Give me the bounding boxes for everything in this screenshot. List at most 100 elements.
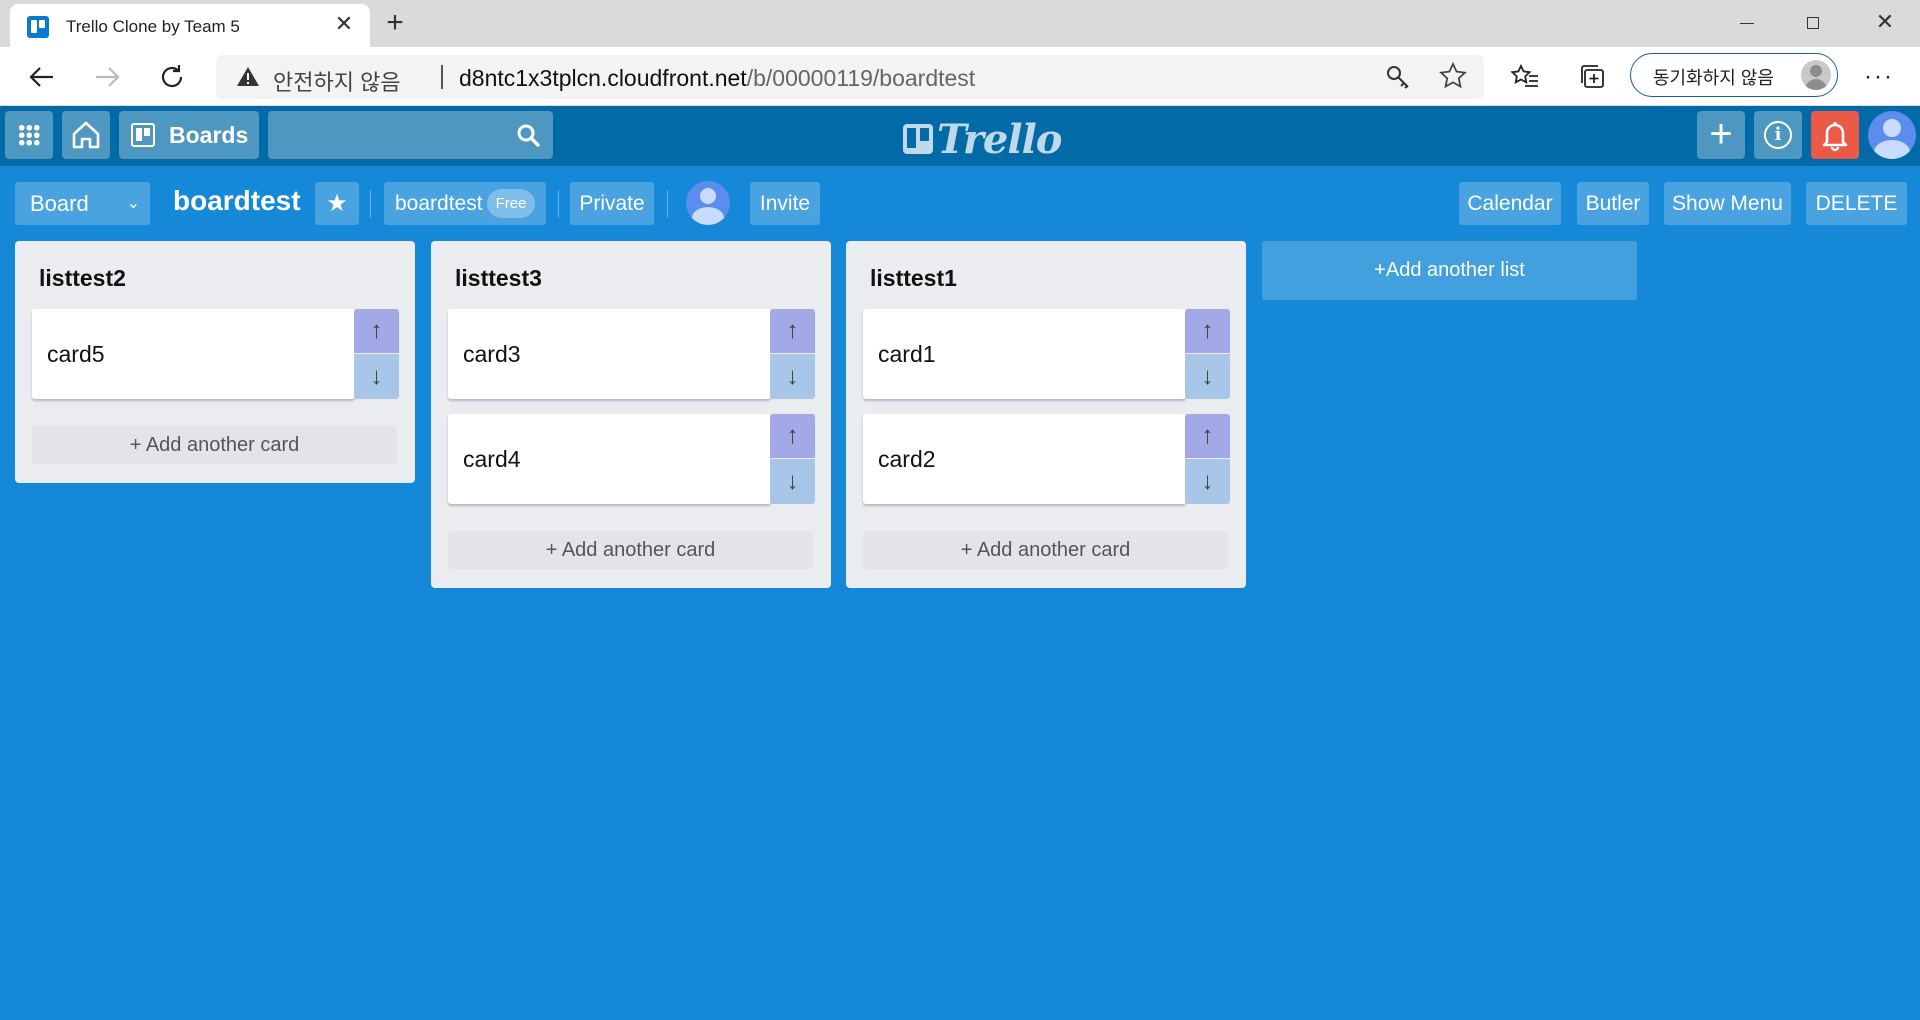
star-outline-icon[interactable]	[1438, 61, 1468, 91]
star-board-button[interactable]: ★	[315, 182, 359, 225]
apps-grid-icon	[18, 124, 40, 146]
boards-button[interactable]: Boards	[119, 111, 259, 159]
apps-button[interactable]	[5, 111, 53, 159]
arrow-right-icon	[96, 67, 120, 87]
collections-button[interactable]	[1576, 60, 1610, 94]
board-member-avatar[interactable]	[686, 181, 730, 225]
move-card-up-button[interactable]: ↑	[1185, 309, 1230, 353]
browser-tab-strip: Trello Clone by Team 5 ✕ + ✕	[0, 0, 1920, 47]
card-body[interactable]: card4	[448, 414, 771, 504]
card-title: card5	[47, 341, 105, 367]
calendar-button[interactable]: Calendar	[1459, 182, 1561, 225]
move-card-down-button[interactable]: ↓	[354, 354, 399, 399]
user-avatar-button[interactable]	[1868, 111, 1916, 159]
back-button[interactable]	[25, 60, 59, 94]
search-input[interactable]	[268, 111, 553, 159]
card-title: card2	[878, 446, 936, 472]
reload-button[interactable]	[155, 60, 189, 94]
move-card-up-button[interactable]: ↑	[770, 414, 815, 458]
new-tab-button[interactable]: +	[380, 8, 410, 38]
browser-toolbar: 안전하지 않음 d8ntc1x3tplcn.cloudfront.net/b/0…	[0, 47, 1920, 106]
window-close-button[interactable]: ✕	[1862, 6, 1908, 38]
list-title[interactable]: listtest1	[870, 265, 957, 292]
tab-title: Trello Clone by Team 5	[66, 17, 240, 36]
card-body[interactable]: card1	[863, 309, 1186, 399]
divider	[558, 190, 559, 218]
boards-icon	[131, 123, 155, 147]
card-item[interactable]: card1 ↑ ↓	[863, 309, 1230, 399]
trello-logo-text: Trello	[937, 116, 1062, 163]
card-item[interactable]: card2 ↑ ↓	[863, 414, 1230, 504]
plan-badge: Free	[487, 189, 535, 218]
delete-board-button[interactable]: DELETE	[1806, 182, 1907, 225]
arrow-left-icon	[29, 67, 53, 87]
add-card-button[interactable]: + Add another card	[32, 426, 397, 464]
list-listtest1: listtest1 card1 ↑ ↓ card2 ↑ ↓ + Add anot…	[846, 241, 1246, 588]
card-item[interactable]: card3 ↑ ↓	[448, 309, 815, 399]
move-card-up-button[interactable]: ↑	[354, 309, 399, 353]
url-host: d8ntc1x3tplcn.cloudfront.net	[459, 65, 747, 91]
search-icon	[517, 124, 540, 147]
team-name: boardtest	[395, 192, 483, 215]
security-warning[interactable]: 안전하지 않음	[273, 65, 401, 97]
address-bar[interactable]: 안전하지 않음 d8ntc1x3tplcn.cloudfront.net/b/0…	[216, 55, 1484, 99]
board-view-select[interactable]: Board ⌄	[15, 182, 150, 225]
member-avatar-icon	[700, 188, 716, 204]
warning-triangle-icon	[237, 67, 259, 86]
home-button[interactable]	[62, 111, 110, 159]
trello-favicon-icon	[27, 16, 49, 38]
window-restore-button[interactable]	[1790, 6, 1836, 38]
member-avatar-body	[692, 207, 724, 225]
visibility-button[interactable]: Private	[570, 182, 654, 225]
favorites-button[interactable]	[1508, 60, 1542, 94]
card-item[interactable]: card5 ↑ ↓	[32, 309, 399, 399]
trello-logo-icon	[903, 124, 933, 154]
create-button[interactable]: +	[1697, 111, 1745, 159]
invite-button[interactable]: Invite	[750, 182, 820, 225]
move-card-down-button[interactable]: ↓	[770, 354, 815, 399]
move-card-down-button[interactable]: ↓	[1185, 354, 1230, 399]
more-menu-button[interactable]: ···	[1862, 60, 1896, 94]
add-list-button[interactable]: +Add another list	[1262, 241, 1637, 300]
show-menu-button[interactable]: Show Menu	[1664, 182, 1791, 225]
url-text[interactable]: d8ntc1x3tplcn.cloudfront.net/b/00000119/…	[459, 65, 975, 92]
card-title: card4	[463, 446, 521, 472]
list-listtest2: listtest2 card5 ↑ ↓ + Add another card	[15, 241, 415, 483]
card-body[interactable]: card5	[32, 309, 355, 399]
sync-label: 동기화하지 않음	[1653, 68, 1774, 88]
user-avatar-body	[1874, 140, 1910, 159]
favorites-icon	[1510, 63, 1538, 87]
key-icon[interactable]	[1384, 63, 1412, 91]
card-body[interactable]: card2	[863, 414, 1186, 504]
add-card-button[interactable]: + Add another card	[863, 531, 1228, 569]
star-icon: ★	[326, 190, 348, 217]
profile-sync-button[interactable]: 동기화하지 않음	[1630, 53, 1838, 97]
list-title[interactable]: listtest2	[39, 265, 126, 292]
list-title[interactable]: listtest3	[455, 265, 542, 292]
move-card-down-button[interactable]: ↓	[770, 459, 815, 504]
home-icon	[72, 121, 100, 149]
board-title[interactable]: boardtest	[173, 185, 301, 217]
browser-tab-active[interactable]: Trello Clone by Team 5 ✕	[10, 4, 370, 47]
move-card-up-button[interactable]: ↑	[1185, 414, 1230, 458]
info-button[interactable]: i	[1754, 111, 1802, 159]
card-item[interactable]: card4 ↑ ↓	[448, 414, 815, 504]
url-path: /b/00000119/boardtest	[746, 65, 976, 91]
window-minimize-button[interactable]	[1724, 6, 1770, 38]
forward-button[interactable]	[90, 60, 124, 94]
tab-close-icon[interactable]: ✕	[332, 12, 356, 36]
bell-icon	[1822, 122, 1848, 152]
board-view-label: Board	[30, 191, 89, 216]
user-avatar-icon	[1883, 119, 1901, 137]
divider	[667, 190, 668, 218]
move-card-up-button[interactable]: ↑	[770, 309, 815, 353]
card-body[interactable]: card3	[448, 309, 771, 399]
add-card-button[interactable]: + Add another card	[448, 531, 813, 569]
chevron-down-icon: ⌄	[126, 195, 140, 212]
card-title: card1	[878, 341, 936, 367]
butler-button[interactable]: Butler	[1577, 182, 1649, 225]
list-listtest3: listtest3 card3 ↑ ↓ card4 ↑ ↓ + Add anot…	[431, 241, 831, 588]
team-button[interactable]: boardtest Free	[384, 182, 546, 225]
move-card-down-button[interactable]: ↓	[1185, 459, 1230, 504]
notifications-button[interactable]	[1811, 111, 1859, 159]
